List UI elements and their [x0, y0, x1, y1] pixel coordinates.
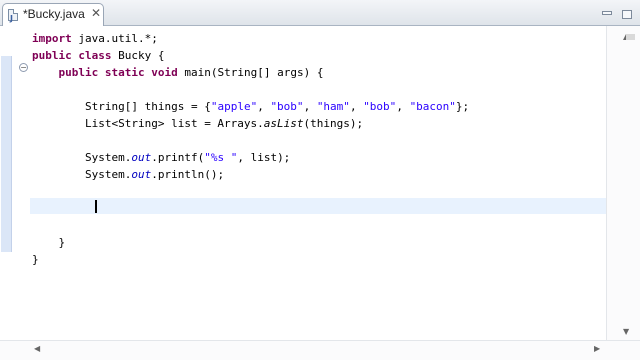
maximize-button[interactable] [622, 10, 632, 19]
quick-diff-bar [1, 56, 12, 252]
editor-tab-bar: J *Bucky.java ✕ [0, 0, 640, 26]
text-cursor [95, 200, 97, 213]
overview-ruler-marker[interactable] [626, 34, 635, 40]
java-file-icon: J [8, 9, 18, 23]
window-controls [596, 6, 632, 24]
vertical-scrollbar[interactable]: ▲ ▼ [606, 26, 640, 340]
code-line: public static void main(String[] args) { [58, 66, 324, 79]
minimize-button[interactable] [601, 11, 612, 15]
fold-collapse-icon[interactable]: − [19, 63, 28, 72]
code-line: System.out.println(); [84, 168, 225, 181]
code-line: System.out.printf("%s ", list); [84, 151, 291, 164]
close-icon[interactable]: ✕ [91, 6, 101, 20]
code-line: String[] things = {"apple", "bob", "ham"… [84, 100, 470, 113]
code-line: public class Bucky { [32, 49, 165, 62]
code-line: } [58, 236, 66, 249]
horizontal-scrollbar[interactable]: ◀ ▶ [0, 340, 640, 360]
code-text-area[interactable]: import java.util.*; public class Bucky {… [32, 30, 469, 268]
java-editor-window: J *Bucky.java ✕ − import java.util.*; pu… [0, 0, 640, 360]
code-line: List<String> list = Arrays.asList(things… [84, 117, 364, 130]
scroll-left-icon[interactable]: ◀ [34, 344, 40, 353]
scroll-down-icon[interactable]: ▼ [623, 327, 629, 336]
vertical-ruler [0, 26, 22, 338]
tab-bucky-java[interactable]: J *Bucky.java ✕ [2, 3, 104, 26]
tab-label: *Bucky.java [23, 7, 85, 21]
scroll-right-icon[interactable]: ▶ [594, 344, 600, 353]
code-line: } [32, 253, 39, 266]
code-line: import java.util.*; [32, 32, 158, 45]
